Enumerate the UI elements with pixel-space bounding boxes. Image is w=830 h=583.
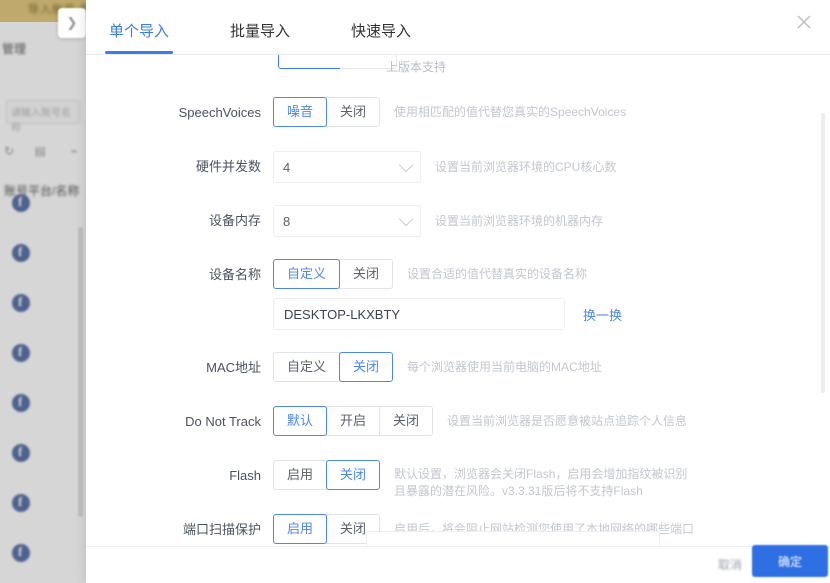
row-label-mac-address: MAC地址 <box>206 360 261 375</box>
hint-device-memory: 设置当前浏览器环境的机器内存 <box>435 214 604 228</box>
segment-do-not-track-default[interactable]: 默认 <box>273 406 328 436</box>
row-label-hardware-concurrency: 硬件并发数 <box>195 159 261 174</box>
segmented-do-not-track: 默认 开启 关闭 <box>273 406 434 436</box>
hint-device-name: 设置合适的值代替真实的设备名称 <box>407 267 588 281</box>
refresh-device-name-link[interactable]: 换一换 <box>583 305 622 324</box>
select-hardware-concurrency[interactable]: 4 <box>273 151 421 183</box>
modal-scrollbar[interactable] <box>821 113 825 393</box>
segmented-port-scan-protection: 启用 关闭 <box>273 514 381 544</box>
segment-flash-off[interactable]: 关闭 <box>326 460 381 490</box>
row-device-name: 设备名称 自定义 关闭 设置合适的值代替真实的设备名称 换一换 <box>86 259 830 330</box>
segment-port-scan-on[interactable]: 启用 <box>273 514 328 544</box>
row-device-memory: 设备内存 8 设置当前浏览器环境的机器内存 <box>86 205 830 237</box>
cancel-button[interactable]: 取消 <box>718 556 742 573</box>
segment-do-not-track-off[interactable]: 关闭 <box>379 406 434 436</box>
chevron-down-icon <box>398 158 414 173</box>
segment-flash-on[interactable]: 启用 <box>273 460 328 490</box>
row-field-do-not-track: 默认 开启 关闭 设置当前浏览器是否愿意被站点追踪个人信息 <box>273 406 830 436</box>
row-field-device-name: 自定义 关闭 设置合适的值代替真实的设备名称 换一换 <box>273 259 830 330</box>
close-icon[interactable] <box>792 10 816 34</box>
row-label-do-not-track: Do Not Track <box>185 414 261 429</box>
chevron-right-icon[interactable]: ❯ <box>58 8 86 38</box>
segmented-speechvoices: 噪音 关闭 <box>273 97 381 127</box>
segmented-device-name: 自定义 关闭 <box>273 259 394 289</box>
hint-flash: 默认设置，浏览器会关闭Flash，启用会增加指纹被识别且暴露的潜在风险。v3.3… <box>394 467 688 498</box>
select-value-device-memory: 8 <box>283 213 291 229</box>
hint-mac-address: 每个浏览器使用当前电脑的MAC地址 <box>407 360 602 374</box>
row-do-not-track: Do Not Track 默认 开启 关闭 设置当前浏览器是否愿意被站点追踪个人… <box>86 406 830 438</box>
row-label-flash: Flash <box>229 468 261 483</box>
segment-device-name-custom[interactable]: 自定义 <box>273 259 341 289</box>
row-flash: Flash 启用 关闭 默认设置，浏览器会关闭Flash，启用会增加指纹被识别且… <box>86 460 830 500</box>
segment-speechvoices-noise[interactable]: 噪音 <box>273 97 328 127</box>
row-field-device-memory: 8 设置当前浏览器环境的机器内存 <box>273 205 830 237</box>
hint-hardware-concurrency: 设置当前浏览器环境的CPU核心数 <box>435 160 617 174</box>
device-name-input-line: 换一换 <box>273 298 830 330</box>
select-device-memory[interactable]: 8 <box>273 205 421 237</box>
partial-input-bottom[interactable] <box>366 531 660 546</box>
row-mac-address: MAC地址 自定义 关闭 每个浏览器使用当前电脑的MAC地址 <box>86 352 830 384</box>
hint-do-not-track: 设置当前浏览器是否愿意被站点追踪个人信息 <box>447 414 688 428</box>
segmented-flash: 启用 关闭 <box>273 460 381 490</box>
segmented-mac-address: 自定义 关闭 <box>273 352 394 382</box>
modal-body: 上版本支持 SpeechVoices 噪音 关闭 使用相匹配的值代替您真实的Sp… <box>86 55 830 546</box>
row-speechvoices: SpeechVoices 噪音 关闭 使用相匹配的值代替您真实的SpeechVo… <box>86 97 830 129</box>
segment-device-name-off[interactable]: 关闭 <box>339 259 394 289</box>
select-value-hardware-concurrency: 4 <box>283 159 291 175</box>
partial-row-hint: 上版本支持 <box>386 60 447 74</box>
chevron-down-icon <box>398 212 414 227</box>
row-field-flash: 启用 关闭 默认设置，浏览器会关闭Flash，启用会增加指纹被识别且暴露的潜在风… <box>273 460 830 500</box>
tab-quick-import[interactable]: 快速导入 <box>347 20 415 54</box>
row-hardware-concurrency: 硬件并发数 4 设置当前浏览器环境的CPU核心数 <box>86 151 830 183</box>
row-label-device-memory: 设备内存 <box>208 213 261 228</box>
device-name-input[interactable] <box>273 298 565 330</box>
tab-single-import[interactable]: 单个导入 <box>105 20 174 54</box>
settings-scroll-area[interactable]: 上版本支持 SpeechVoices 噪音 关闭 使用相匹配的值代替您真实的Sp… <box>86 55 830 546</box>
row-label-device-name: 设备名称 <box>208 267 261 282</box>
segment-speechvoices-off[interactable]: 关闭 <box>326 97 381 127</box>
partial-segment-selected[interactable] <box>278 55 342 69</box>
segment-mac-address-off[interactable]: 关闭 <box>339 352 394 382</box>
background-dim-overlay <box>0 22 86 583</box>
segment-do-not-track-on[interactable]: 开启 <box>326 406 381 436</box>
modal-footer: 取消 确定 <box>86 545 830 583</box>
modal-tabs: 单个导入 批量导入 快速导入 <box>86 0 468 54</box>
modal-header: 单个导入 批量导入 快速导入 <box>86 0 830 55</box>
row-label-port-scan-protection: 端口扫描保护 <box>182 522 261 537</box>
row-label-speechvoices: SpeechVoices <box>178 105 261 120</box>
segment-mac-address-custom[interactable]: 自定义 <box>273 352 341 382</box>
import-account-modal: 单个导入 批量导入 快速导入 上版本支持 SpeechVoices 噪音 关闭 … <box>86 0 830 583</box>
confirm-button[interactable]: 确定 <box>752 545 828 577</box>
hint-speechvoices: 使用相匹配的值代替您真实的SpeechVoices <box>394 105 627 119</box>
row-field-hardware-concurrency: 4 设置当前浏览器环境的CPU核心数 <box>273 151 830 183</box>
partial-row-top: 上版本支持 <box>86 55 830 89</box>
row-field-mac-address: 自定义 关闭 每个浏览器使用当前电脑的MAC地址 <box>273 352 830 382</box>
tab-batch-import[interactable]: 批量导入 <box>226 20 294 54</box>
row-field-speechvoices: 噪音 关闭 使用相匹配的值代替您真实的SpeechVoices <box>273 97 830 127</box>
